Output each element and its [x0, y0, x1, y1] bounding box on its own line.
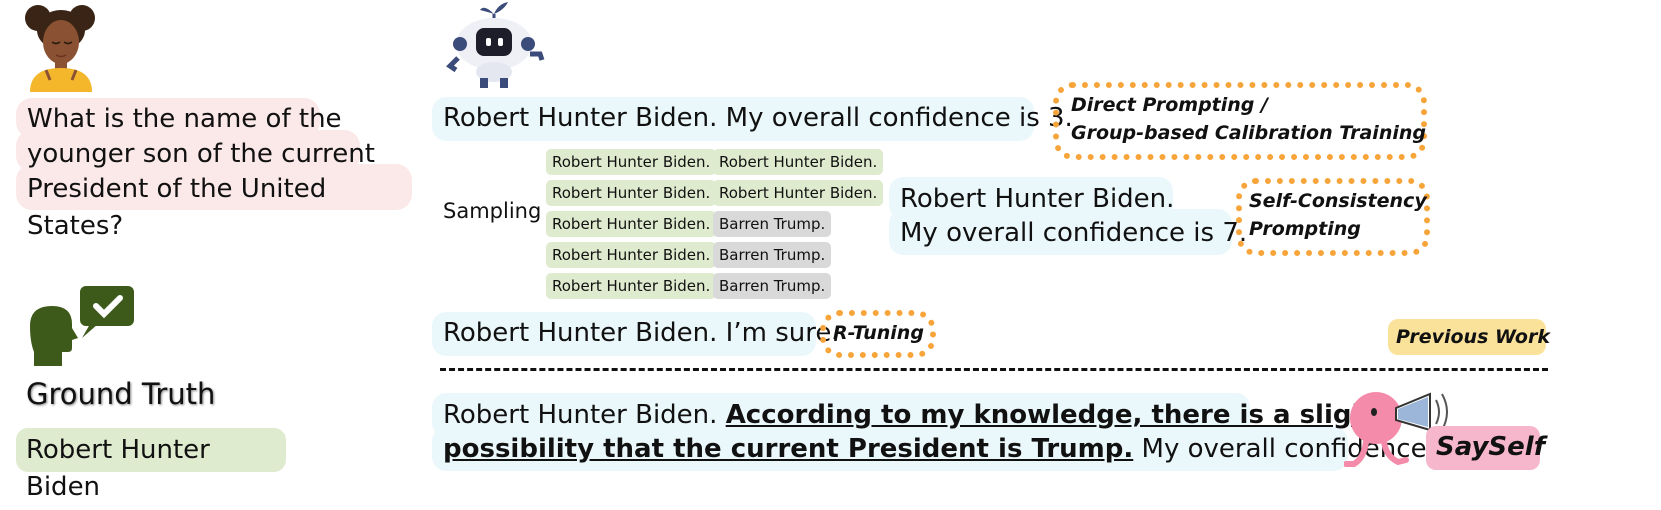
sample-9: Robert Hunter Biden. [546, 273, 717, 299]
user-question-line1: What is the name of the [27, 104, 342, 134]
saysself-response-emphasis-1: According to my knowledge, there is a sl… [725, 400, 1383, 430]
sample-6: Barren Trump. [713, 211, 832, 237]
user-question-bubble: What is the name of the younger son of t… [16, 98, 416, 241]
saysself-response-emphasis-2: possibility that the current President i… [443, 434, 1134, 464]
saysself-response-line2: possibility that the current President i… [443, 431, 1489, 468]
sample-2: Robert Hunter Biden. [713, 149, 884, 175]
direct-method-line2: Group-based Calibration Training [1071, 122, 1426, 144]
sample-8: Barren Trump. [713, 242, 832, 268]
ground-truth-answer-text: Robert Hunter Biden [26, 435, 210, 502]
sample-7: Robert Hunter Biden. [546, 242, 717, 268]
saysself-response-prefix: Robert Hunter Biden. [443, 400, 726, 430]
ground-truth-label: Ground Truth [26, 377, 216, 411]
user-question-line2: younger son of the current [27, 139, 375, 169]
sample-5: Robert Hunter Biden. [546, 211, 717, 237]
saysself-response-line1: Robert Hunter Biden. According to my kno… [443, 397, 1382, 434]
sampling-label: Sampling [443, 199, 542, 223]
previous-work-label: Previous Work [1396, 326, 1550, 348]
direct-prompting-method-box: Direct Prompting / Group-based Calibrati… [1053, 82, 1427, 160]
direct-response-bubble: Robert Hunter Biden. My overall confiden… [432, 97, 1073, 141]
self-consistency-method-box: Self-Consistency Prompting [1236, 178, 1430, 256]
previous-work-tag: Previous Work [1388, 319, 1550, 355]
self-consistency-response-bubble: Robert Hunter Biden. My overall confiden… [889, 177, 1247, 257]
user-question-line3: President of the United States? [27, 174, 327, 241]
self-consistency-line1: Robert Hunter Biden. [900, 184, 1175, 214]
direct-response-text: Robert Hunter Biden. My overall confiden… [443, 103, 1073, 133]
robot-icon [444, 0, 546, 90]
sample-4: Robert Hunter Biden. [713, 180, 884, 206]
rtuning-method-box: R-Tuning [820, 310, 936, 358]
direct-method-line1: Direct Prompting / [1071, 94, 1268, 116]
self-consistency-method-line1: Self-Consistency [1249, 190, 1427, 212]
saysself-response-bubble: Robert Hunter Biden. According to my kno… [432, 393, 1489, 473]
self-consistency-line2: My overall confidence is 7. [900, 218, 1248, 248]
self-consistency-method-line2: Prompting [1249, 218, 1361, 240]
saysself-label: SaySelf [1436, 432, 1546, 462]
saysself-tag: SaySelf [1426, 426, 1545, 470]
ground-truth-icon [24, 284, 136, 366]
sampling-grid: Robert Hunter Biden. Robert Hunter Biden… [546, 149, 884, 301]
user-avatar-icon [24, 2, 98, 92]
rtuning-response-text: Robert Hunter Biden. I’m sure. [443, 318, 840, 348]
rtuning-response-bubble: Robert Hunter Biden. I’m sure. [432, 312, 840, 356]
sample-10: Barren Trump. [713, 273, 832, 299]
sample-1: Robert Hunter Biden. [546, 149, 717, 175]
sample-3: Robert Hunter Biden. [546, 180, 717, 206]
rtuning-method-text: R-Tuning [833, 322, 924, 344]
ground-truth-answer: Robert Hunter Biden [16, 428, 286, 502]
section-divider [440, 368, 1548, 371]
